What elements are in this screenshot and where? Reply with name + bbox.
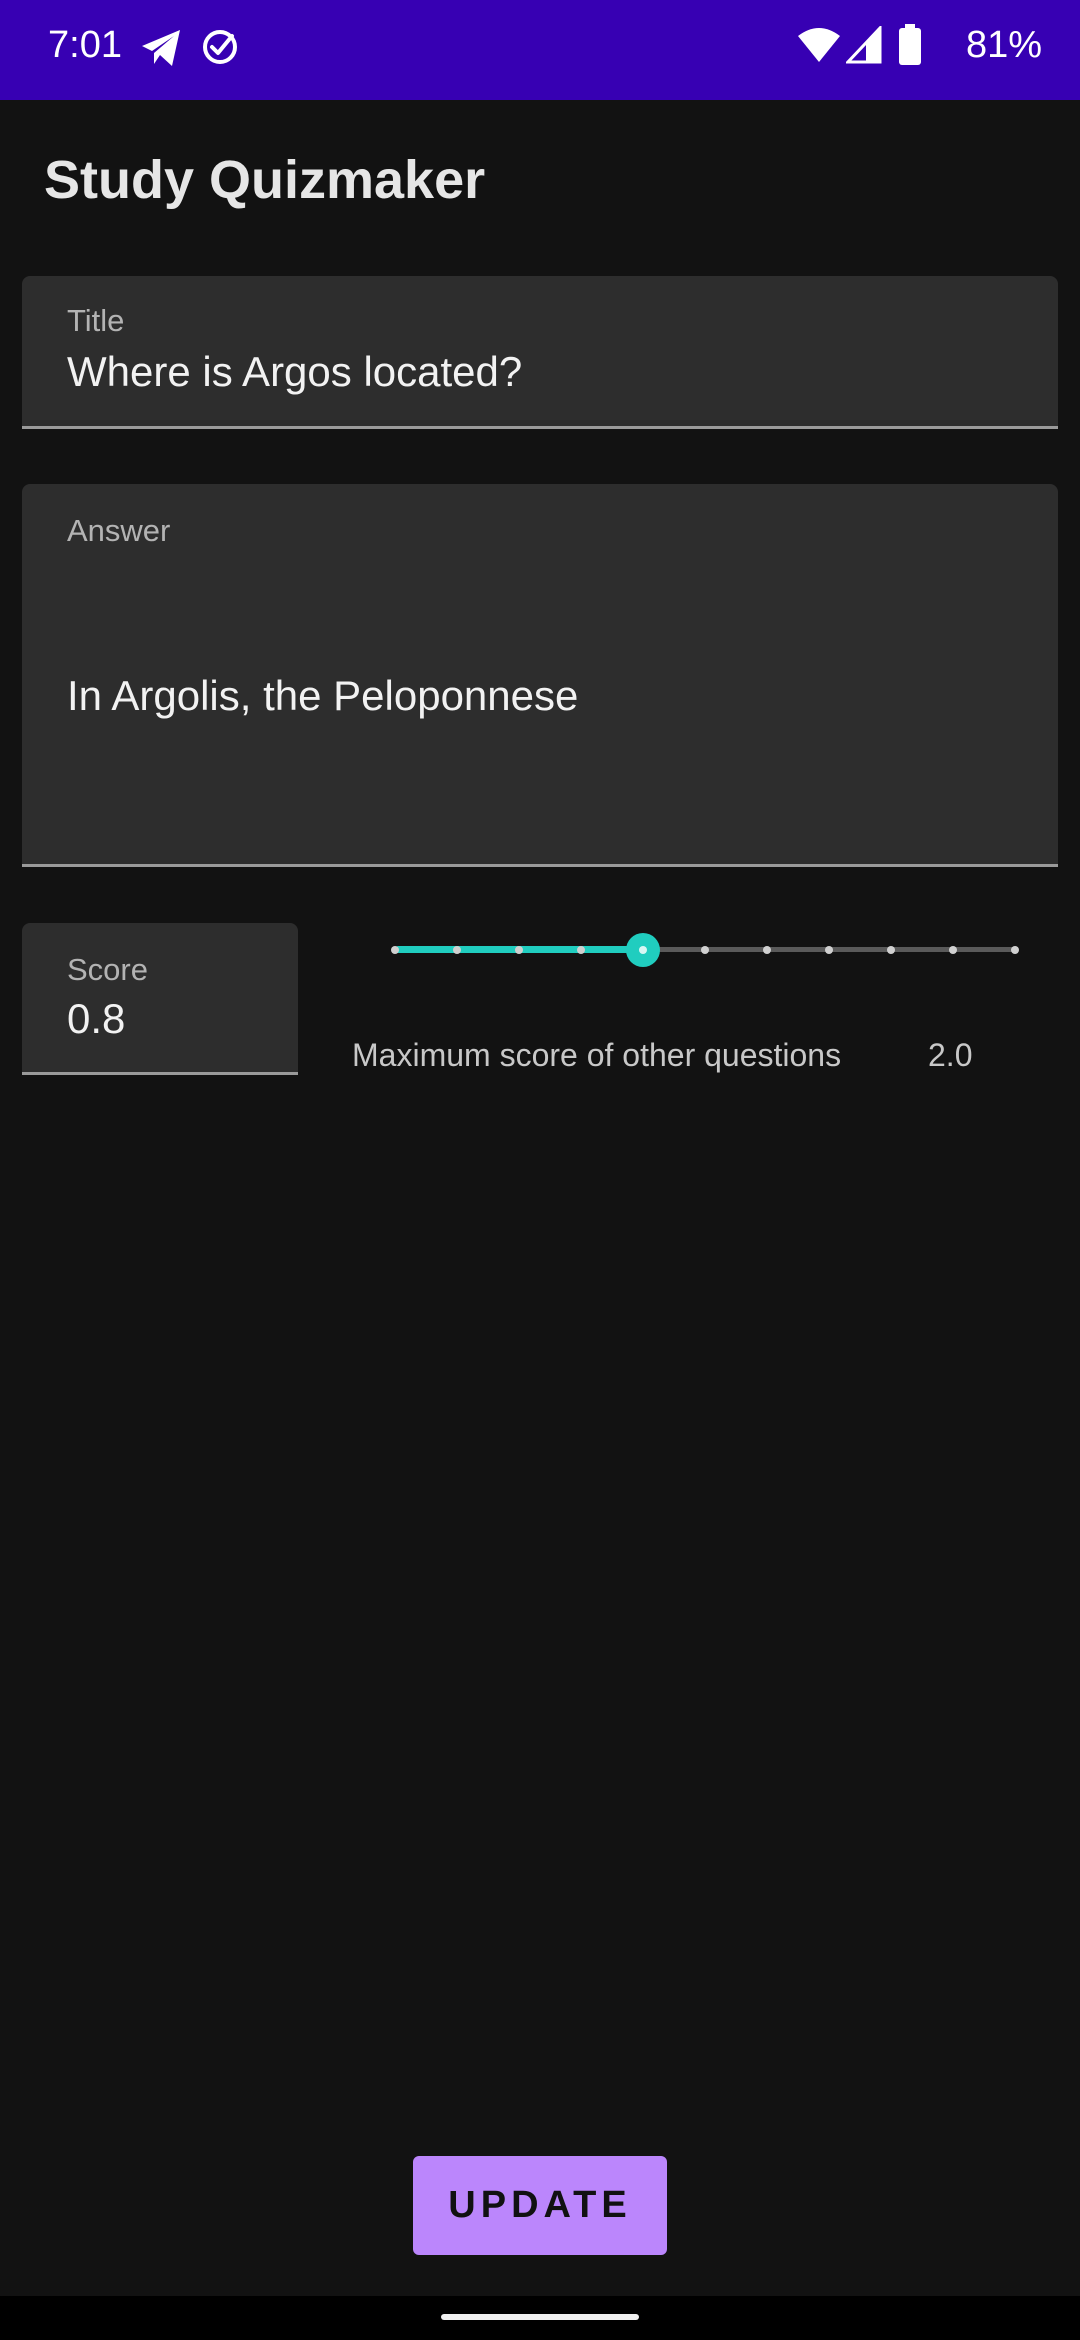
- slider-tick: [391, 946, 399, 954]
- answer-field-label: Answer: [67, 513, 171, 548]
- slider-tick: [763, 946, 771, 954]
- update-button[interactable]: UPDATE: [413, 2156, 667, 2255]
- max-score-value: 2.0: [928, 1037, 973, 1073]
- slider-tick: [825, 946, 833, 954]
- wifi-icon: [797, 26, 841, 71]
- max-score-label: Maximum score of other questions: [352, 1037, 842, 1073]
- title-field[interactable]: Title Where is Argos located?: [22, 276, 1058, 429]
- score-field[interactable]: Score 0.8: [22, 923, 298, 1075]
- cellular-signal-icon: [844, 24, 882, 69]
- status-time: 7:01: [48, 24, 122, 66]
- battery-percent: 81%: [965, 24, 1042, 66]
- score-field-value[interactable]: 0.8: [67, 993, 125, 1045]
- score-field-label: Score: [67, 952, 148, 987]
- slider-thumb-dot: [639, 946, 647, 954]
- slider-thumb[interactable]: [626, 933, 660, 967]
- slider-tick: [949, 946, 957, 954]
- slider-tick: [701, 946, 709, 954]
- navigation-bar: [0, 2296, 1080, 2340]
- status-bar: 7:01 81%: [0, 0, 1080, 100]
- app-screen: 7:01 81% Study Quizmaker Title Where is …: [0, 0, 1080, 2340]
- answer-field[interactable]: Answer In Argolis, the Peloponnese: [22, 484, 1058, 867]
- answer-field-value[interactable]: In Argolis, the Peloponnese: [67, 670, 578, 722]
- title-field-value[interactable]: Where is Argos located?: [67, 346, 522, 398]
- slider-tick: [1011, 946, 1019, 954]
- slider-tick: [577, 946, 585, 954]
- slider-tick: [887, 946, 895, 954]
- title-field-label: Title: [67, 303, 125, 338]
- check-circle-icon: [200, 26, 240, 71]
- home-gesture-handle[interactable]: [441, 2314, 639, 2320]
- slider-tick: [515, 946, 523, 954]
- telegram-icon: [140, 28, 182, 73]
- battery-icon: [898, 24, 922, 71]
- page-title: Study Quizmaker: [44, 150, 486, 210]
- score-slider[interactable]: [391, 930, 1019, 970]
- slider-tick: [453, 946, 461, 954]
